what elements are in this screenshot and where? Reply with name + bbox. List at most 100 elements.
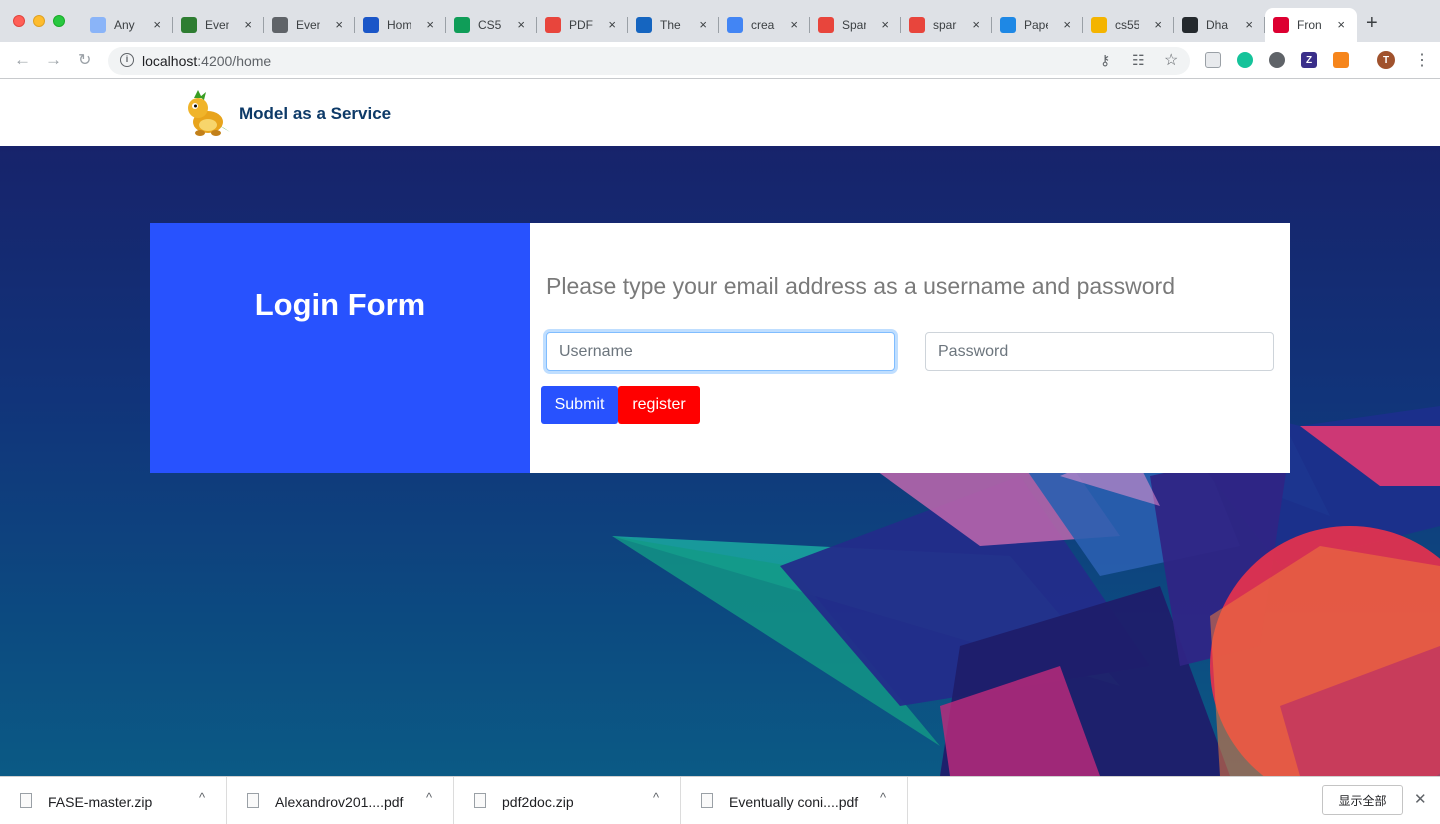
- tab-title: Hom: [387, 18, 411, 32]
- browser-tab[interactable]: Fron ×: [1265, 8, 1357, 42]
- tab-title: Even: [205, 18, 229, 32]
- tab-title: Spar: [842, 18, 866, 32]
- address-bar[interactable]: i localhost:4200/home ⚷ ☷ ☆: [108, 47, 1190, 75]
- tab-close-icon[interactable]: ×: [881, 17, 889, 32]
- tab-close-icon[interactable]: ×: [608, 17, 616, 32]
- tab-close-icon[interactable]: ×: [1063, 17, 1071, 32]
- chevron-up-icon[interactable]: ^: [426, 790, 432, 805]
- tab-title: cs55: [1115, 18, 1139, 32]
- chevron-up-icon[interactable]: ^: [199, 790, 205, 805]
- tab-close-icon[interactable]: ×: [517, 17, 525, 32]
- register-button[interactable]: register: [618, 386, 700, 424]
- show-all-downloads-button[interactable]: 显示全部: [1322, 785, 1403, 815]
- browser-tab[interactable]: crea ×: [719, 8, 810, 42]
- window-close-control[interactable]: [13, 15, 25, 27]
- download-item[interactable]: Alexandrov201....pdf ^: [227, 777, 454, 824]
- info-icon[interactable]: i: [120, 53, 134, 67]
- download-filename[interactable]: pdf2doc.zip: [502, 794, 574, 810]
- tab-title: Pape: [1024, 18, 1048, 32]
- browser-tab-strip: Any × Even × Even × Hom × CS5 × PDF × The × crea × Spar ×…: [0, 0, 1440, 42]
- document-extension-icon[interactable]: [1205, 52, 1221, 68]
- download-item[interactable]: pdf2doc.zip ^: [454, 777, 681, 824]
- tab-close-icon[interactable]: ×: [699, 17, 707, 32]
- browser-tab[interactable]: cs55 ×: [1083, 8, 1174, 42]
- site-brand-title[interactable]: Model as a Service: [239, 104, 391, 124]
- bookmark-star-icon[interactable]: ☆: [1164, 50, 1178, 70]
- profile-avatar[interactable]: T: [1377, 51, 1395, 69]
- translate-icon[interactable]: ☷: [1132, 52, 1145, 69]
- tab-favicon-icon: [1182, 17, 1198, 33]
- tab-title: Fron: [1297, 18, 1321, 32]
- tab-favicon-icon: [636, 17, 652, 33]
- tab-close-icon[interactable]: ×: [790, 17, 798, 32]
- tab-close-icon[interactable]: ×: [426, 17, 434, 32]
- chevron-up-icon[interactable]: ^: [880, 790, 886, 805]
- tab-favicon-icon: [1273, 17, 1289, 33]
- download-filename[interactable]: FASE-master.zip: [48, 794, 152, 810]
- tab-favicon-icon: [818, 17, 834, 33]
- dragon-logo-icon[interactable]: [180, 88, 232, 138]
- close-download-shelf-icon[interactable]: ✕: [1414, 790, 1427, 808]
- browser-tab[interactable]: spar ×: [901, 8, 992, 42]
- download-filename[interactable]: Alexandrov201....pdf: [275, 794, 403, 810]
- browser-tab[interactable]: CS5 ×: [446, 8, 537, 42]
- browser-tab[interactable]: Even ×: [264, 8, 355, 42]
- browser-tab[interactable]: Pape ×: [992, 8, 1083, 42]
- file-icon: [701, 793, 713, 808]
- tab-favicon-icon: [90, 17, 106, 33]
- tab-title: crea: [751, 18, 775, 32]
- grammarly-extension-icon[interactable]: [1237, 52, 1253, 68]
- key-icon[interactable]: ⚷: [1100, 52, 1110, 69]
- new-tab-button[interactable]: +: [1366, 12, 1378, 35]
- tab-favicon-icon: [545, 17, 561, 33]
- tab-close-icon[interactable]: ×: [335, 17, 343, 32]
- reload-icon[interactable]: ↻: [78, 50, 91, 70]
- tab-favicon-icon: [1000, 17, 1016, 33]
- download-filename[interactable]: Eventually coni....pdf: [729, 794, 858, 810]
- forward-arrow-icon[interactable]: →: [45, 50, 62, 70]
- tab-title: PDF: [569, 18, 593, 32]
- password-input[interactable]: [925, 332, 1274, 371]
- browser-tab[interactable]: Hom ×: [355, 8, 446, 42]
- window-minimize-control[interactable]: [33, 15, 45, 27]
- site-header: Model as a Service: [0, 80, 1440, 146]
- login-card: Login Form Please type your email addres…: [150, 223, 1290, 473]
- tab-close-icon[interactable]: ×: [1245, 17, 1253, 32]
- browser-tab[interactable]: Spar ×: [810, 8, 901, 42]
- tab-close-icon[interactable]: ×: [244, 17, 252, 32]
- browser-tabs: Any × Even × Even × Hom × CS5 × PDF × The × crea × Spar ×…: [82, 8, 1357, 42]
- username-input[interactable]: [546, 332, 895, 371]
- menu-kebab-icon[interactable]: ⋮: [1414, 50, 1430, 70]
- zotero-extension-icon[interactable]: Z: [1301, 52, 1317, 68]
- file-icon: [20, 793, 32, 808]
- tab-close-icon[interactable]: ×: [972, 17, 980, 32]
- download-item[interactable]: Eventually coni....pdf ^: [681, 777, 908, 824]
- tab-title: Dha: [1206, 18, 1229, 32]
- browser-toolbar: ← → ↻ i localhost:4200/home ⚷ ☷ ☆ Z T ⋮: [0, 42, 1440, 79]
- tab-favicon-icon: [1091, 17, 1107, 33]
- chevron-up-icon[interactable]: ^: [653, 790, 659, 805]
- login-form-title: Login Form: [254, 287, 426, 322]
- tab-favicon-icon: [272, 17, 288, 33]
- browser-tab[interactable]: The ×: [628, 8, 719, 42]
- login-card-banner: Login Form: [150, 223, 530, 473]
- browser-tab[interactable]: PDF ×: [537, 8, 628, 42]
- tab-favicon-icon: [727, 17, 743, 33]
- url-text[interactable]: localhost:4200/home: [142, 53, 271, 69]
- tab-close-icon[interactable]: ×: [1337, 17, 1345, 32]
- window-zoom-control[interactable]: [53, 15, 65, 27]
- browser-tab[interactable]: Any ×: [82, 8, 173, 42]
- tab-close-icon[interactable]: ×: [1154, 17, 1162, 32]
- tab-close-icon[interactable]: ×: [153, 17, 161, 32]
- tab-favicon-icon: [181, 17, 197, 33]
- download-item[interactable]: FASE-master.zip ^: [0, 777, 227, 824]
- tab-title: CS5: [478, 18, 502, 32]
- refresh-extension-icon[interactable]: [1269, 52, 1285, 68]
- submit-button[interactable]: Submit: [541, 386, 618, 424]
- metamask-extension-icon[interactable]: [1333, 52, 1349, 68]
- browser-tab[interactable]: Dha ×: [1174, 8, 1265, 42]
- browser-tab[interactable]: Even ×: [173, 8, 264, 42]
- tab-title: spar: [933, 18, 957, 32]
- tab-title: Even: [296, 18, 320, 32]
- back-arrow-icon[interactable]: ←: [14, 50, 31, 70]
